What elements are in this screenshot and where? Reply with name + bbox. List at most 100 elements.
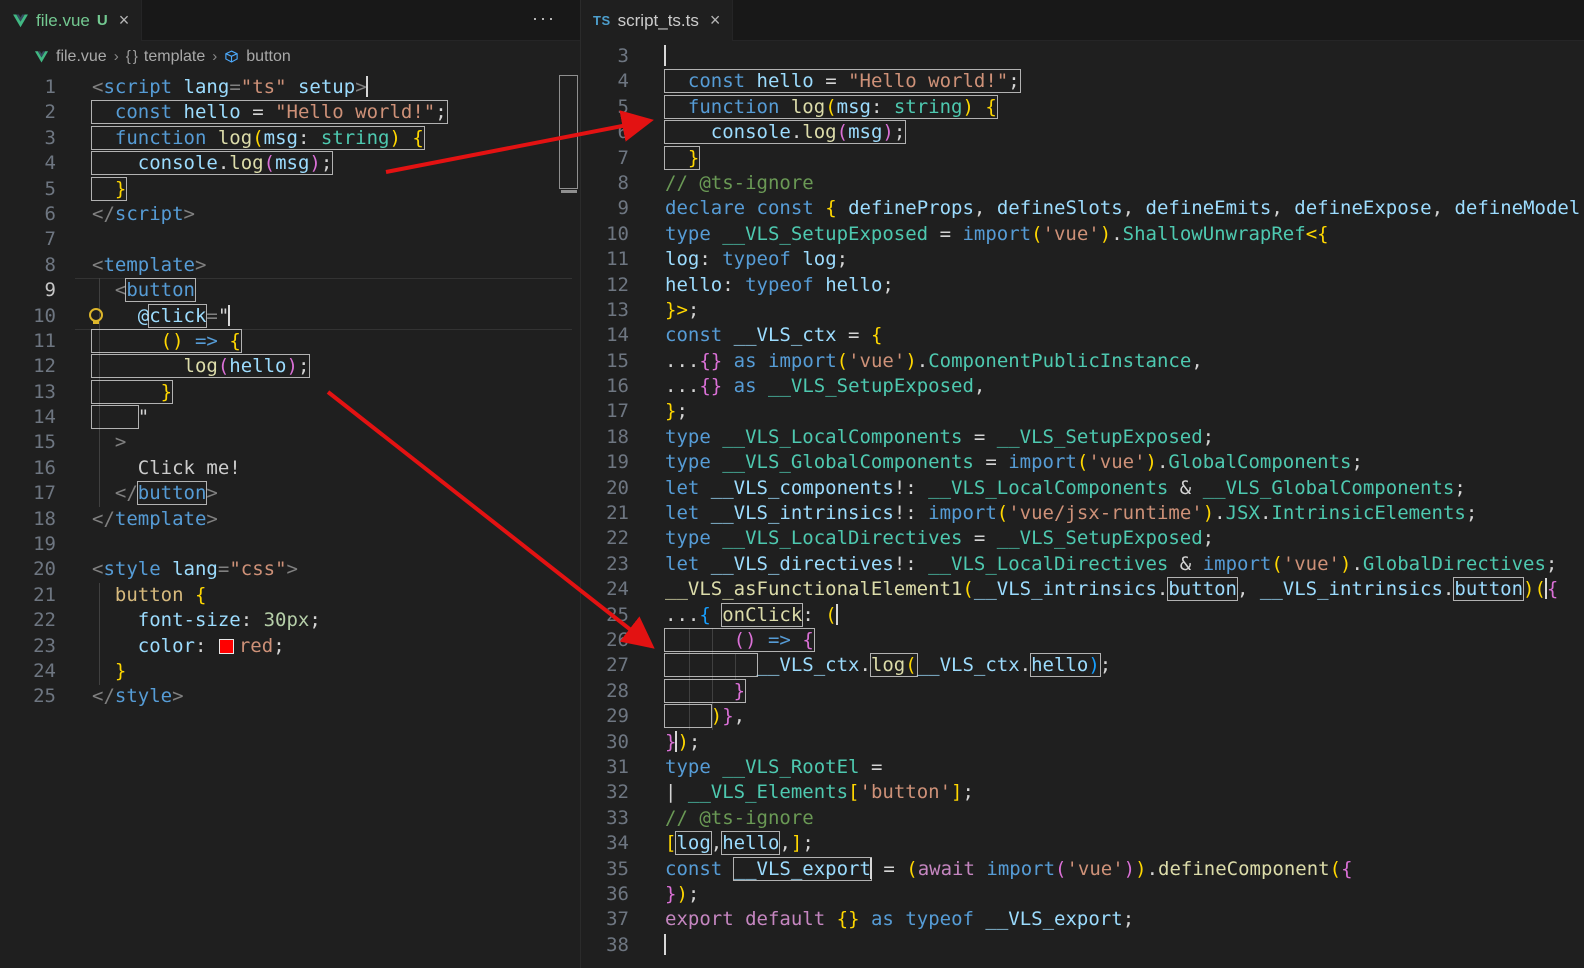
tab-file-vue[interactable]: file.vue U × <box>0 0 143 41</box>
token: let <box>665 502 700 525</box>
token: type <box>665 755 711 778</box>
breadcrumb-item-button[interactable]: button <box>246 48 290 66</box>
code-line[interactable]: 22 font-size: 30px; <box>0 608 580 633</box>
code-line[interactable]: 29 )}, <box>581 704 1584 729</box>
code-line[interactable]: 9 <button <box>0 278 580 303</box>
code-line[interactable]: 20 <style lang="css"> <box>0 557 580 582</box>
close-icon[interactable]: × <box>710 10 721 31</box>
token: = <box>859 755 883 778</box>
code-line[interactable]: 26 () => { <box>581 627 1584 653</box>
code-line[interactable]: 25 </style> <box>0 684 580 709</box>
token: } <box>722 705 734 728</box>
token: __VLS_LocalDirectives <box>722 527 963 550</box>
code-line[interactable]: 1 <script lang="ts" setup> <box>0 75 580 100</box>
token: } <box>687 146 700 169</box>
line-number: 6 <box>44 202 56 225</box>
token: __VLS_components <box>710 476 894 499</box>
code-line[interactable]: 17 </button> <box>0 481 580 506</box>
code-line[interactable]: 16 ...{} as __VLS_SetupExposed, <box>581 374 1584 399</box>
code-line[interactable]: 4 const hello = "Hello world!"; <box>581 69 1584 94</box>
lightbulb-icon[interactable] <box>89 307 103 324</box>
code-line[interactable]: 3 <box>581 44 1584 69</box>
code-editor-script-ts[interactable]: 34 const hello = "Hello world!"; 5 functi… <box>581 44 1584 958</box>
code-line[interactable]: 20 let __VLS_components!: __VLS_LocalComp… <box>581 476 1584 501</box>
code-line[interactable]: 19 type __VLS_GlobalComponents = import('… <box>581 450 1584 475</box>
more-actions-button[interactable]: ··· <box>532 0 580 40</box>
code-line[interactable]: 11 () => { <box>0 328 580 354</box>
code-line[interactable]: 15 > <box>0 430 580 455</box>
line-number: 20 <box>33 558 56 581</box>
code-line[interactable]: 6 console.log(msg); <box>581 120 1584 145</box>
code-line[interactable]: 10 type __VLS_SetupExposed = import('vue'… <box>581 222 1584 247</box>
code-line[interactable]: 21 button { <box>0 583 580 608</box>
code-line[interactable]: 4 console.log(msg); <box>0 151 580 176</box>
code-line[interactable]: 7 <box>0 227 580 252</box>
code-line[interactable]: 2 const hello = "Hello world!"; <box>0 100 580 125</box>
code-line[interactable]: 23 let __VLS_directives!: __VLS_LocalDire… <box>581 552 1584 577</box>
token: : <box>722 273 746 296</box>
token: : <box>870 95 894 118</box>
code-line[interactable]: 3 function log(msg: string) { <box>0 125 580 151</box>
code-line[interactable]: 33 // @ts-ignore <box>581 806 1584 831</box>
code-line[interactable]: 34 [log,hello,]; <box>581 831 1584 856</box>
code-line[interactable]: 17}; <box>581 399 1584 424</box>
token: __VLS_Elements <box>687 781 849 804</box>
color-swatch[interactable] <box>218 638 234 654</box>
code-line[interactable]: 16 Click me! <box>0 456 580 481</box>
token: [ <box>848 781 860 804</box>
code-line[interactable]: 21 let __VLS_intrinsics!: import('vue/jsx… <box>581 501 1584 526</box>
source-map-box: () => { <box>664 627 815 652</box>
code-line[interactable]: 5 } <box>0 176 580 202</box>
code-line[interactable]: 37 export default {} as typeof __VLS_expo… <box>581 907 1584 932</box>
line-number: 33 <box>606 806 629 829</box>
code-line[interactable]: 38 <box>581 933 1584 958</box>
code-line[interactable]: 32 | __VLS_Elements['button']; <box>581 780 1584 805</box>
overview-ruler-mark[interactable] <box>561 190 577 193</box>
code-line[interactable]: 14 " <box>0 405 580 430</box>
token: ( <box>825 95 837 118</box>
code-line[interactable]: 9 declare const { defineProps, defineSlot… <box>581 196 1584 221</box>
code-line[interactable]: 28 } <box>581 678 1584 704</box>
code-line[interactable]: 24 } <box>0 659 580 684</box>
line-number: 13 <box>33 380 56 403</box>
token: log <box>790 95 826 118</box>
code-line[interactable]: 11 log: typeof log; <box>581 247 1584 272</box>
token: = <box>836 324 871 347</box>
code-line[interactable]: 8 // @ts-ignore <box>581 171 1584 196</box>
code-line[interactable]: 19 <box>0 532 580 557</box>
code-line[interactable]: 6 </script> <box>0 202 580 227</box>
code-line[interactable]: 30}); <box>581 730 1584 755</box>
token: ) <box>309 152 321 175</box>
code-line[interactable]: 18 </template> <box>0 507 580 532</box>
code-line[interactable]: 18 type __VLS_LocalComponents = __VLS_Set… <box>581 425 1584 450</box>
code-line[interactable]: 23 color: red; <box>0 634 580 659</box>
code-editor-file-vue[interactable]: 1 <script lang="ts" setup> 2 const hello =… <box>0 75 580 710</box>
code-line[interactable]: 13 } <box>0 379 580 405</box>
code-line[interactable]: 7 } <box>581 145 1584 171</box>
code-line[interactable]: 10 @click=" <box>0 303 580 329</box>
breadcrumb-item-template[interactable]: template <box>144 48 205 66</box>
code-line[interactable]: 14 const __VLS_ctx = { <box>581 323 1584 348</box>
code-line[interactable]: 25 ...{ onClick: ( <box>581 602 1584 628</box>
code-line[interactable]: 22 type __VLS_LocalDirectives = __VLS_Set… <box>581 526 1584 551</box>
code-line[interactable]: 5 function log(msg: string) { <box>581 94 1584 120</box>
code-line[interactable]: 8 <template> <box>0 253 580 278</box>
tab-script-ts[interactable]: TS script_ts.ts × <box>581 0 734 41</box>
code-line[interactable]: 27 __VLS_ctx.log(__VLS_ctx.hello); <box>581 653 1584 678</box>
token: } <box>665 882 677 905</box>
code-line[interactable]: 12 hello: typeof hello; <box>581 273 1584 298</box>
code-line[interactable]: 24 __VLS_asFunctionalElement1(__VLS_intri… <box>581 577 1584 602</box>
code-line[interactable]: 35 const __VLS_export = (await import('vu… <box>581 856 1584 882</box>
code-line[interactable]: 13}>; <box>581 298 1584 323</box>
line-number: 18 <box>606 425 629 448</box>
code-line[interactable]: 12 log(hello); <box>0 354 580 379</box>
overview-ruler-mark[interactable] <box>559 75 578 189</box>
breadcrumb-item-file[interactable]: file.vue <box>56 48 107 66</box>
code-line[interactable]: 31 type __VLS_RootEl = <box>581 755 1584 780</box>
code-line[interactable]: 15 ...{} as import('vue').ComponentPublic… <box>581 349 1584 374</box>
token: > <box>172 685 184 708</box>
token: defineEmits <box>1145 197 1272 220</box>
token: await <box>917 857 975 880</box>
close-icon[interactable]: × <box>119 10 130 31</box>
code-line[interactable]: 36}); <box>581 882 1584 907</box>
